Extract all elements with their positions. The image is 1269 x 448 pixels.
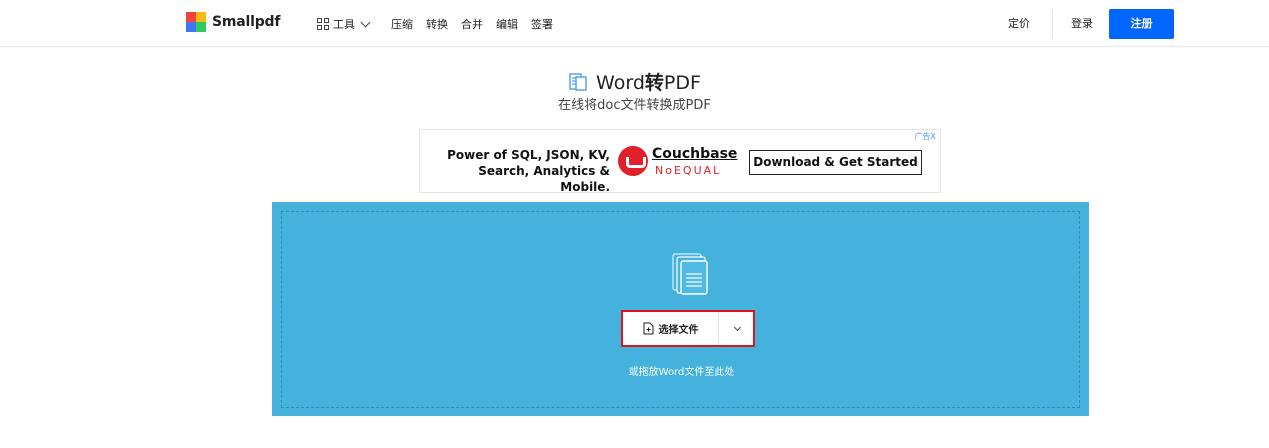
nav-link-sign[interactable]: 签署 xyxy=(531,16,553,32)
nav-link-merge[interactable]: 合并 xyxy=(461,16,483,32)
couchbase-logo-icon xyxy=(618,146,648,176)
logo-text: Smallpdf xyxy=(212,14,281,30)
page-title-row: Word转PDF xyxy=(0,68,1269,95)
select-file-label: 选择文件 xyxy=(658,325,699,336)
page-subtitle: 在线将doc文件转换成PDF xyxy=(558,98,711,113)
chevron-down-icon xyxy=(733,323,742,331)
ad-brand-name: Couchbase xyxy=(652,146,738,162)
chevron-down-icon xyxy=(360,17,371,27)
select-file-button-group: 选择文件 xyxy=(621,310,755,347)
tools-label: 工具 xyxy=(333,18,355,31)
smallpdf-logo[interactable]: Smallpdf xyxy=(186,12,280,32)
main-nav: 工具 压缩 转换 合并 编辑 签署 xyxy=(317,16,566,32)
login-link[interactable]: 登录 xyxy=(1053,9,1109,39)
signup-button[interactable]: 注册 xyxy=(1109,9,1174,39)
documents-icon xyxy=(672,253,708,295)
ad-brand-tagline: NoEQUAL xyxy=(655,164,722,177)
smallpdf-logo-icon xyxy=(186,12,206,32)
header-actions: 定价 登录 注册 xyxy=(986,9,1174,39)
file-dropzone[interactable]: 选择文件 或拖放Word文件至此处 xyxy=(272,202,1089,416)
ad-badge[interactable]: 广告X xyxy=(915,131,936,142)
nav-link-compress[interactable]: 压缩 xyxy=(391,16,413,32)
nav-link-convert[interactable]: 转换 xyxy=(426,16,448,32)
drop-hint-text: 或拖放Word文件至此处 xyxy=(628,367,735,378)
ad-headline: Power of SQL, JSON, KV, Search, Analytic… xyxy=(447,148,610,194)
grid-icon xyxy=(317,18,329,30)
tools-menu-button[interactable]: 工具 xyxy=(317,16,371,32)
nav-link-edit[interactable]: 编辑 xyxy=(496,16,518,32)
pricing-link[interactable]: 定价 xyxy=(986,9,1053,39)
select-file-button[interactable]: 选择文件 xyxy=(623,312,719,345)
advertisement-banner[interactable]: 广告X Power of SQL, JSON, KV, Search, Anal… xyxy=(419,129,941,194)
select-source-dropdown[interactable] xyxy=(719,312,753,345)
file-add-icon xyxy=(643,322,653,335)
ad-cta-button[interactable]: Download & Get Started xyxy=(749,150,922,175)
page-title: Word转PDF xyxy=(596,72,701,94)
top-header: Smallpdf 工具 压缩 转换 合并 编辑 签署 定价 登录 注册 xyxy=(0,0,1269,47)
word-to-pdf-icon xyxy=(569,72,587,91)
dropzone-dashed-area[interactable]: 选择文件 或拖放Word文件至此处 xyxy=(281,211,1080,408)
